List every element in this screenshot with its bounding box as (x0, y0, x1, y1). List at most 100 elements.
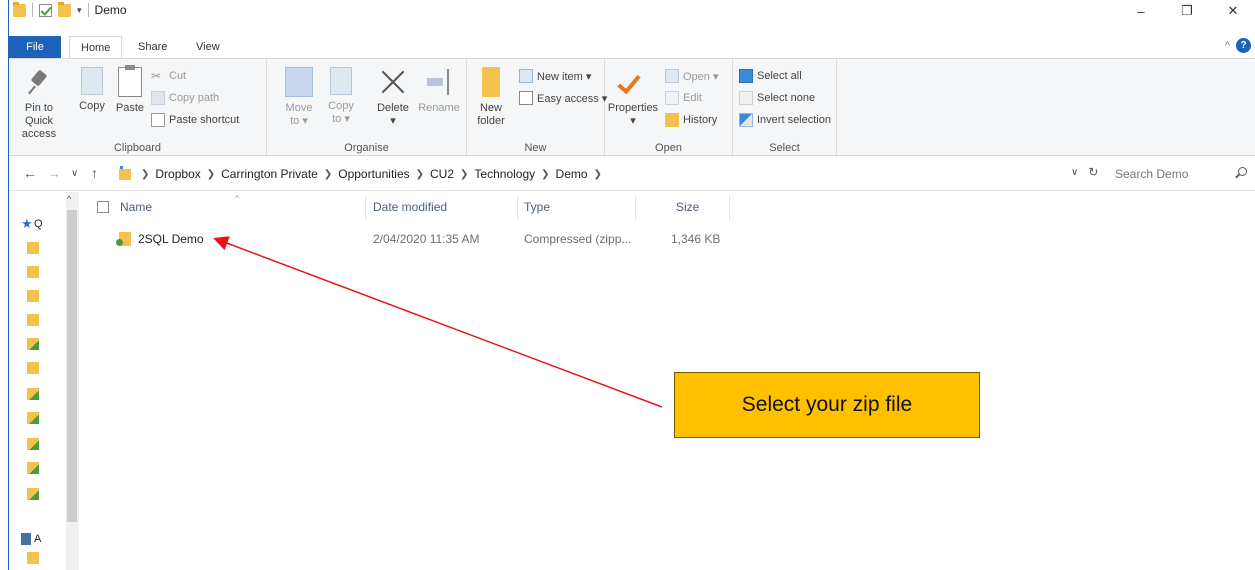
nav-folder-icon[interactable] (27, 242, 39, 254)
file-name[interactable]: 2SQL Demo (138, 232, 204, 246)
breadcrumb-separator-icon[interactable]: ❯ (324, 169, 332, 180)
search-icon[interactable] (1238, 167, 1247, 176)
refresh-icon[interactable]: ↻ (1088, 165, 1098, 179)
select-all-checkbox[interactable] (97, 201, 109, 213)
nav-dropbox-folder-icon[interactable] (27, 388, 39, 400)
history-button[interactable]: History (665, 111, 717, 129)
breadcrumb-opportunities[interactable]: Opportunities (338, 167, 409, 181)
customize-toolbar-caret-icon[interactable]: ▾ (77, 5, 82, 16)
properties-caret: ▾ (630, 115, 636, 127)
column-divider[interactable] (517, 196, 518, 220)
zip-file-icon (116, 232, 131, 246)
column-header-size[interactable]: Size (676, 200, 699, 214)
column-divider[interactable] (365, 196, 366, 220)
breadcrumb-technology[interactable]: Technology (474, 167, 535, 181)
quick-access-star-icon[interactable]: ★ (21, 216, 33, 232)
address-history-chevron-icon[interactable]: ∨ (1071, 165, 1078, 179)
nav-scrollbar-thumb[interactable] (67, 210, 77, 522)
breadcrumb-separator-icon[interactable]: ❯ (541, 169, 549, 180)
file-list: ^ Name Date modified Type Size 2SQL Demo… (89, 192, 1255, 570)
column-header-name[interactable]: Name (120, 200, 152, 214)
scissors-icon: ✂ (151, 69, 162, 83)
copy-to-label-line1: Copy (328, 100, 354, 112)
restore-button[interactable]: ❐ (1164, 0, 1210, 22)
dropbox-folder-icon (119, 165, 131, 180)
new-folder-icon[interactable] (58, 1, 71, 17)
tab-share[interactable]: Share (127, 36, 178, 58)
column-header-type[interactable]: Type (524, 200, 550, 214)
column-divider[interactable] (635, 196, 636, 220)
select-all-button[interactable]: Select all (739, 67, 802, 85)
tab-view[interactable]: View (185, 36, 231, 58)
properties-button[interactable]: Properties ▾ (607, 67, 659, 128)
breadcrumb-separator-icon[interactable]: ❯ (416, 169, 424, 180)
nav-dropbox-folder-icon[interactable] (27, 438, 39, 450)
search-input[interactable]: Search Demo (1107, 163, 1253, 185)
invert-selection-button[interactable]: Invert selection (739, 111, 831, 129)
nav-folder-icon[interactable] (27, 552, 39, 564)
move-to-button[interactable]: Move to ▾ (281, 67, 317, 128)
properties-check-icon[interactable] (39, 3, 52, 17)
nav-dropbox-folder-icon[interactable] (27, 462, 39, 474)
nav-dropbox-folder-icon[interactable] (27, 338, 39, 350)
new-folder-button[interactable]: New folder (473, 67, 509, 128)
paste-shortcut-button[interactable]: Paste shortcut (151, 111, 239, 129)
delete-caret: ▾ (390, 115, 396, 127)
breadcrumb-demo[interactable]: Demo (556, 167, 588, 181)
nav-folder-icon[interactable] (27, 266, 39, 278)
quick-access-label[interactable]: Q (34, 218, 43, 230)
open-button[interactable]: Open ▾ (665, 67, 719, 85)
column-header-date-modified[interactable]: Date modified (373, 200, 447, 214)
nav-dropbox-folder-icon[interactable] (27, 412, 39, 424)
select-none-button[interactable]: Select none (739, 89, 815, 107)
new-folder-label-line2: folder (477, 115, 505, 127)
easy-access-button[interactable]: Easy access ▾ (519, 89, 607, 107)
nav-section-label[interactable]: A (34, 533, 41, 545)
breadcrumb-separator-icon[interactable]: ❯ (207, 169, 215, 180)
new-item-button[interactable]: New item ▾ (519, 67, 591, 85)
ribbon-right-controls: ^ ? (1225, 38, 1251, 53)
edit-button[interactable]: Edit (665, 89, 702, 107)
forward-arrow-icon[interactable]: → (47, 165, 61, 181)
breadcrumb[interactable]: ❯ Dropbox ❯ Carrington Private ❯ Opportu… (119, 165, 1067, 183)
breadcrumb-separator-icon[interactable]: ❯ (460, 169, 468, 180)
tab-home[interactable]: Home (69, 36, 123, 59)
collapse-ribbon-icon[interactable]: ^ (1225, 40, 1230, 52)
nav-document-icon[interactable] (21, 533, 31, 545)
column-divider[interactable] (729, 196, 730, 220)
nav-folder-icon[interactable] (27, 314, 39, 326)
up-arrow-icon[interactable]: ↑ (91, 165, 98, 181)
file-row[interactable]: 2SQL Demo 2/04/2020 11:35 AM Compressed … (89, 228, 749, 250)
scroll-up-arrow-icon[interactable]: ^ (67, 194, 71, 204)
pin-to-quick-access-button[interactable]: Pin to Quick access (13, 67, 65, 141)
paste-button[interactable]: Paste (113, 65, 147, 115)
group-clipboard: Pin to Quick access Copy Paste ✂ Cut Cop… (9, 59, 267, 157)
copy-path-label: Copy path (169, 92, 220, 104)
minimize-button[interactable]: – (1118, 0, 1164, 22)
copy-path-button[interactable]: Copy path (151, 89, 219, 107)
close-button[interactable]: ✕ (1210, 0, 1255, 22)
help-icon[interactable]: ? (1236, 38, 1251, 53)
copy-to-button[interactable]: Copy to ▾ (323, 67, 359, 126)
breadcrumb-cu2[interactable]: CU2 (430, 167, 454, 181)
breadcrumb-dropbox[interactable]: Dropbox (155, 167, 200, 181)
breadcrumb-separator-icon[interactable]: ❯ (141, 169, 149, 180)
nav-dropbox-folder-icon[interactable] (27, 488, 39, 500)
tab-file[interactable]: File (9, 36, 61, 58)
group-select: Select all Select none Invert selection … (733, 59, 837, 157)
nav-folder-icon[interactable] (27, 290, 39, 302)
cut-button[interactable]: ✂ Cut (151, 67, 186, 85)
breadcrumb-carrington-private[interactable]: Carrington Private (221, 167, 318, 181)
title-bar: ▾ Demo – ❐ ✕ (9, 0, 1255, 22)
copy-button[interactable]: Copy (75, 67, 109, 113)
rename-label: Rename (418, 102, 460, 114)
organise-group-label: Organise (344, 142, 389, 154)
breadcrumb-separator-icon[interactable]: ❯ (594, 169, 602, 180)
recent-locations-chevron-icon[interactable]: ∨ (71, 168, 78, 179)
window-controls: – ❐ ✕ (1118, 0, 1255, 22)
back-arrow-icon[interactable]: ← (23, 165, 37, 181)
nav-folder-icon[interactable] (27, 362, 39, 374)
rename-button[interactable]: Rename (417, 67, 461, 115)
toolbar-divider (32, 3, 33, 17)
delete-button[interactable]: Delete ▾ (373, 67, 413, 128)
